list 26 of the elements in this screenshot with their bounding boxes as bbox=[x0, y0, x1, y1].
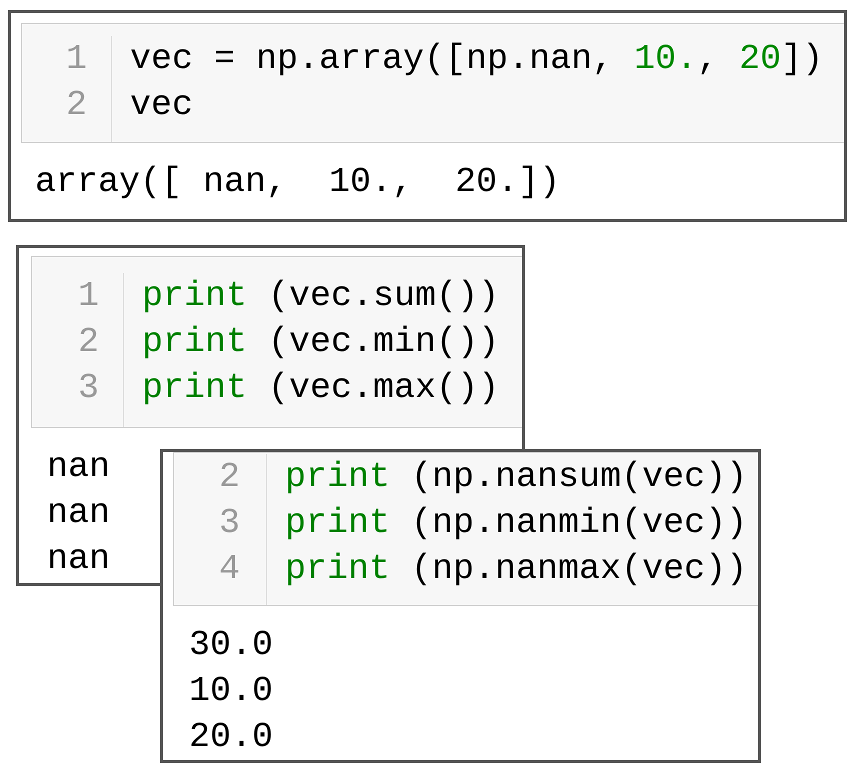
output-line: 30.0 bbox=[189, 624, 274, 667]
code-input-area[interactable]: 1 2 vec = np.array([np.nan, 10., 20]) vec bbox=[21, 23, 844, 143]
line-number: 1 bbox=[78, 275, 99, 318]
code-line: print (vec.min()) bbox=[142, 321, 500, 364]
line-number: 2 bbox=[78, 321, 99, 364]
line-number: 2 bbox=[66, 84, 87, 127]
code-line: vec bbox=[130, 84, 194, 127]
line-number: 2 bbox=[218, 456, 240, 499]
line-number: 3 bbox=[218, 502, 240, 545]
code-line: print (np.nanmin(vec)) bbox=[285, 502, 748, 545]
line-number: 3 bbox=[78, 367, 99, 410]
code-line: print (vec.max()) bbox=[142, 367, 500, 410]
output-line: nan bbox=[47, 538, 110, 581]
output-line: nan bbox=[47, 446, 110, 489]
output-line: array([ nan, 10., 20.]) bbox=[35, 161, 560, 204]
code-input-area[interactable]: 1 2 3 print (vec.sum()) print (vec.min()) print (vec.max()) bbox=[31, 256, 522, 428]
code-line: print (np.nanmax(vec)) bbox=[285, 548, 748, 591]
output-line: 20.0 bbox=[189, 716, 274, 759]
code-line: vec = np.array([np.nan, 10., 20]) bbox=[130, 38, 824, 81]
code-line: print (np.nansum(vec)) bbox=[285, 456, 748, 499]
code-line: print (vec.sum()) bbox=[142, 275, 500, 318]
code-input-area[interactable]: 2 3 4 print (np.nansum(vec)) print (np.nanmin(vec)) print (np.nanmax(vec)) bbox=[173, 452, 758, 606]
output-line: nan bbox=[47, 492, 110, 535]
line-number: 1 bbox=[66, 38, 87, 81]
output-line: 10.0 bbox=[189, 670, 274, 713]
line-number: 4 bbox=[218, 548, 240, 591]
